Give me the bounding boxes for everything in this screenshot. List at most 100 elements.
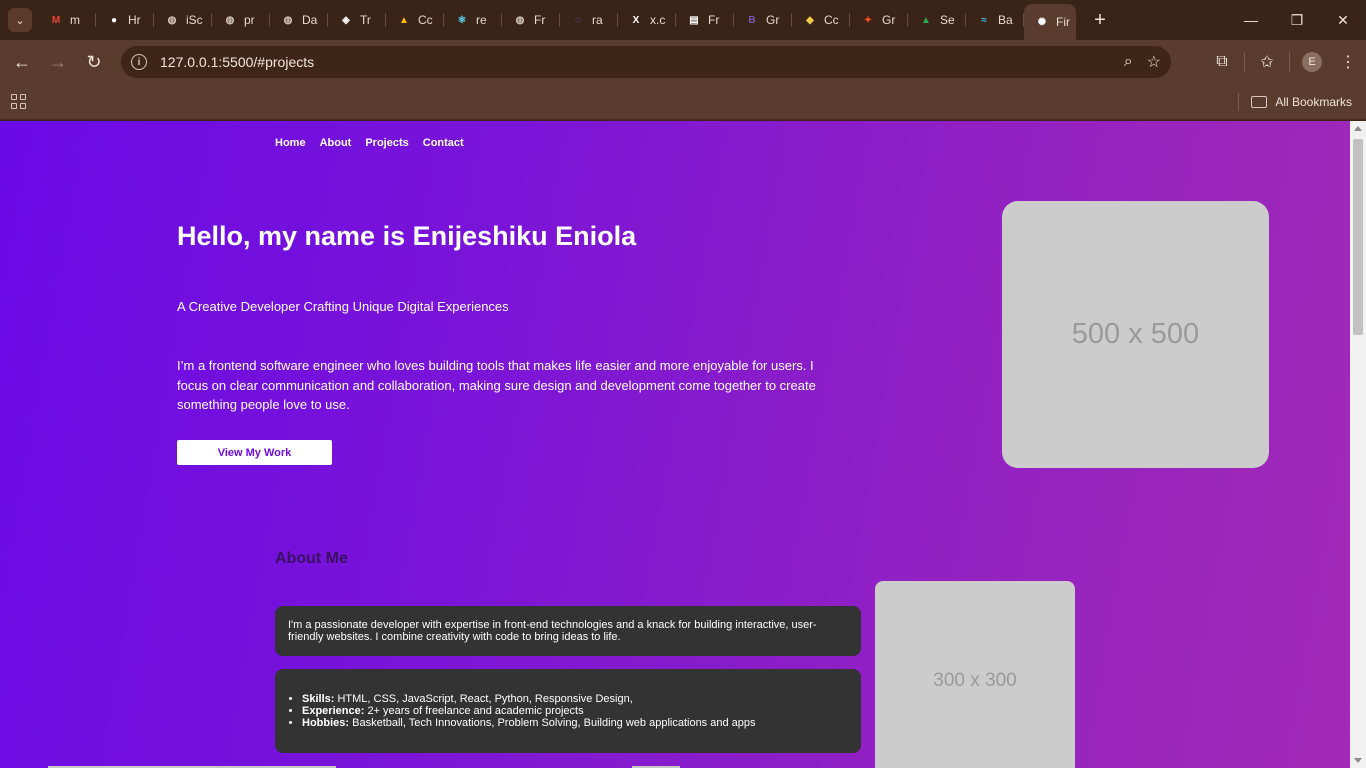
tab[interactable]: ◍ Fr [502, 4, 560, 36]
x-icon: X [632, 14, 640, 26]
tab[interactable]: ◆ Cc [792, 4, 850, 36]
tab-label: Cc [824, 13, 839, 27]
back-button[interactable]: ← [4, 44, 40, 80]
tab[interactable]: ≈ Ba [966, 4, 1024, 36]
forward-button[interactable]: → [40, 44, 76, 80]
tab-label: Fr [708, 13, 720, 27]
list-item: Hobbies: Basketball, Tech Innovations, P… [302, 717, 848, 729]
drive-icon: ▲ [921, 14, 931, 26]
detail-text: Basketball, Tech Innovations, Problem So… [352, 717, 756, 729]
zoom-icon[interactable]: ⌕ [1124, 53, 1133, 71]
arrow-left-icon: ← [13, 51, 31, 72]
tab-label: Se [940, 13, 955, 27]
tab-label: Gr [882, 13, 896, 27]
about-title: About Me [275, 550, 348, 567]
tab-active[interactable]: ✺ Fir ✕ [1024, 4, 1076, 40]
detail-text: HTML, CSS, JavaScript, React, Python, Re… [337, 693, 633, 705]
detail-label: Experience: [302, 705, 365, 717]
about-image-placeholder: 300 x 300 [875, 581, 1075, 768]
list-item: Experience: 2+ years of freelance and ac… [302, 705, 848, 717]
about-intro-card: I'm a passionate developer with expertis… [275, 606, 861, 656]
tab-label: Ba [998, 13, 1013, 27]
site-nav: Home About Projects Contact [275, 137, 464, 149]
shield-icon: ◆ [806, 14, 814, 26]
window-controls: — ❐ ✕ [1228, 0, 1366, 40]
page-scrollbar[interactable] [1350, 121, 1366, 768]
menu-kebab-icon[interactable]: ⋮ [1330, 44, 1366, 80]
gmail-icon: M [51, 14, 61, 26]
tab[interactable]: Mm [38, 4, 96, 36]
detail-text: 2+ years of freelance and academic proje… [367, 705, 584, 717]
bookmarks-star-icon[interactable]: ✩ [1249, 44, 1285, 80]
info-icon[interactable]: i [131, 54, 147, 70]
star-bookmark-icon[interactable]: ☆ [1147, 52, 1161, 72]
react-icon: ⚛ [457, 14, 467, 26]
tab[interactable]: ▲ Cc [386, 4, 444, 36]
apps-grid-icon[interactable] [11, 93, 27, 110]
omnibox-actions: ⌕ ☆ [1124, 46, 1161, 78]
tab-search-button[interactable]: ⌄ [8, 8, 32, 32]
tab[interactable]: B Gr [734, 4, 792, 36]
restore-icon[interactable]: ❐ [1274, 0, 1320, 40]
nav-link-about[interactable]: About [320, 137, 352, 149]
hero-subtitle: A Creative Developer Crafting Unique Dig… [177, 299, 509, 314]
globe-icon: ◍ [283, 14, 293, 26]
globe-icon: ◍ [515, 14, 525, 26]
close-window-icon[interactable]: ✕ [1320, 0, 1366, 40]
scroll-down-arrow-icon[interactable] [1354, 758, 1362, 763]
chevron-down-icon: ⌄ [15, 14, 25, 27]
profile-avatar[interactable]: E [1302, 52, 1322, 72]
toolbar-right: ⧉ ✩ E ⋮ [1204, 40, 1366, 84]
nav-link-home[interactable]: Home [275, 137, 306, 149]
globe-icon: ◍ [225, 14, 235, 26]
new-tab-button[interactable]: + [1088, 9, 1112, 32]
tab-label: ra [592, 13, 603, 27]
minimize-icon[interactable]: — [1228, 0, 1274, 40]
tab[interactable]: ◍ Da [270, 4, 328, 36]
tab[interactable]: ◍ pr [212, 4, 270, 36]
about-image-label: 300 x 300 [933, 670, 1017, 691]
hero-image-label: 500 x 500 [1071, 318, 1200, 350]
tab[interactable]: ◍ iSc [154, 4, 212, 36]
nav-link-contact[interactable]: Contact [423, 137, 464, 149]
tab[interactable]: ⚛ re [444, 4, 502, 36]
extensions-icon[interactable]: ⧉ [1204, 44, 1240, 80]
tab[interactable]: ✦ Gr [850, 4, 908, 36]
tab-label: iSc [186, 13, 203, 27]
list-item: Skills: HTML, CSS, JavaScript, React, Py… [302, 693, 848, 705]
bookmarks-divider [1238, 93, 1240, 111]
tab[interactable]: ◌ ra [560, 4, 618, 36]
tab[interactable]: ▲ Se [908, 4, 966, 36]
tab-label: Da [302, 13, 318, 27]
tab-label: Cc [418, 13, 433, 27]
url-text[interactable]: 127.0.0.1:5500/#projects [160, 54, 314, 70]
toolbar-divider [1244, 52, 1245, 72]
tab-close-icon[interactable]: ✕ [1074, 14, 1076, 31]
about-details-list: Skills: HTML, CSS, JavaScript, React, Py… [302, 693, 848, 729]
tab[interactable]: Xx.c [618, 4, 676, 36]
address-bar[interactable]: i 127.0.0.1:5500/#projects ⌕ ☆ [121, 46, 1171, 78]
all-bookmarks-label: All Bookmarks [1275, 95, 1352, 109]
reload-button[interactable]: ↻ [76, 44, 112, 80]
tab-list: Mm ● Hr ◍ iSc ◍ pr ◍ Da ◈ Tr ▲ Cc ⚛ re ◍ Fr ◌ ra Xx.c ▤ Fr B Gr… [38, 0, 1076, 40]
scroll-thumb[interactable] [1353, 139, 1363, 335]
view-my-work-button[interactable]: View My Work [177, 440, 332, 465]
figma-icon: ✦ [863, 14, 873, 26]
tab-strip: ⌄ Mm ● Hr ◍ iSc ◍ pr ◍ Da ◈ Tr ▲ Cc ⚛ re ◍ Fr ◌ ra Xx.c ▤ Fr B… [0, 0, 1366, 40]
tab[interactable]: ▤ Fr [676, 4, 734, 36]
tab-label: m [70, 13, 80, 27]
tab-label: Gr [766, 13, 780, 27]
nav-link-projects[interactable]: Projects [365, 137, 408, 149]
tab-label: Fir [1056, 15, 1070, 29]
about-details-card: Skills: HTML, CSS, JavaScript, React, Py… [275, 669, 861, 753]
about-intro-text: I'm a passionate developer with expertis… [288, 619, 817, 643]
detail-label: Skills: [302, 693, 335, 705]
tab[interactable]: ◈ Tr [328, 4, 386, 36]
tab[interactable]: ● Hr [96, 4, 154, 36]
github-icon: ● [110, 14, 118, 26]
tab-label: Hr [128, 13, 141, 27]
all-bookmarks-button[interactable]: All Bookmarks [1238, 84, 1352, 120]
scroll-up-arrow-icon[interactable] [1354, 126, 1362, 131]
codepen-icon: ◈ [342, 14, 350, 26]
drive-icon: ▲ [399, 14, 409, 26]
